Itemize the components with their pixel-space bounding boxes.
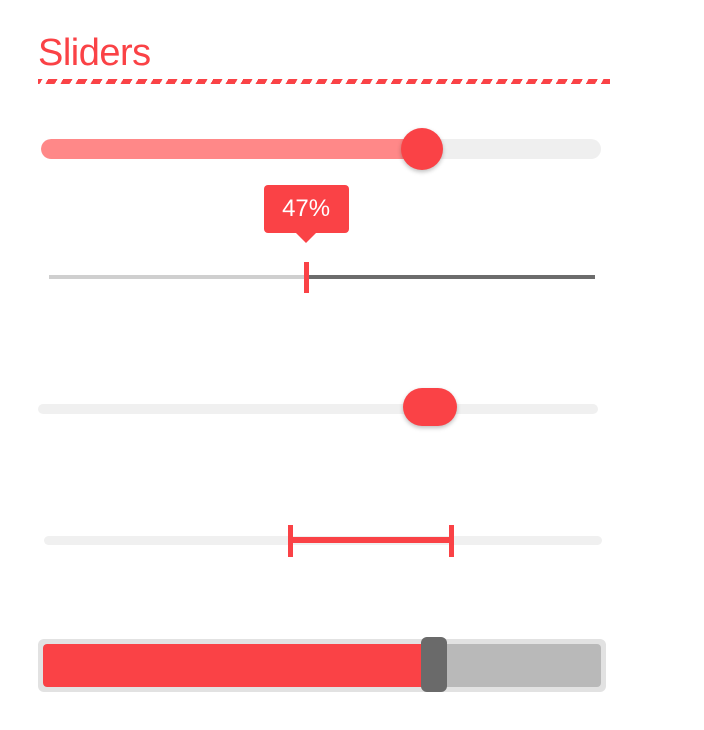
slider-2-track-remaining[interactable] — [305, 275, 595, 279]
slider-5-thumb[interactable] — [420, 637, 447, 692]
slider-3-thumb[interactable] — [403, 388, 457, 426]
slider-2-track-filled[interactable] — [49, 275, 306, 279]
slider-2-thumb[interactable] — [303, 262, 309, 293]
page-title: Sliders — [38, 32, 151, 74]
slider-2-value-tooltip: 47% — [263, 185, 349, 243]
slider-4-handle-max[interactable] — [449, 525, 455, 557]
slider-5-frame[interactable] — [38, 639, 606, 692]
slider-5-track — [43, 644, 601, 687]
slider-4-selected-range — [289, 537, 452, 543]
slider-3-track[interactable] — [38, 404, 598, 414]
slider-1-track[interactable] — [41, 139, 601, 159]
title-divider — [38, 79, 610, 84]
slider-2-value-label: 47% — [282, 195, 331, 222]
slider-4-handle-min[interactable] — [287, 525, 293, 557]
slider-5-fill — [43, 644, 434, 687]
tooltip-arrow-icon — [296, 233, 317, 243]
slider-1-fill — [41, 139, 422, 159]
slider-1-thumb[interactable] — [400, 128, 443, 170]
